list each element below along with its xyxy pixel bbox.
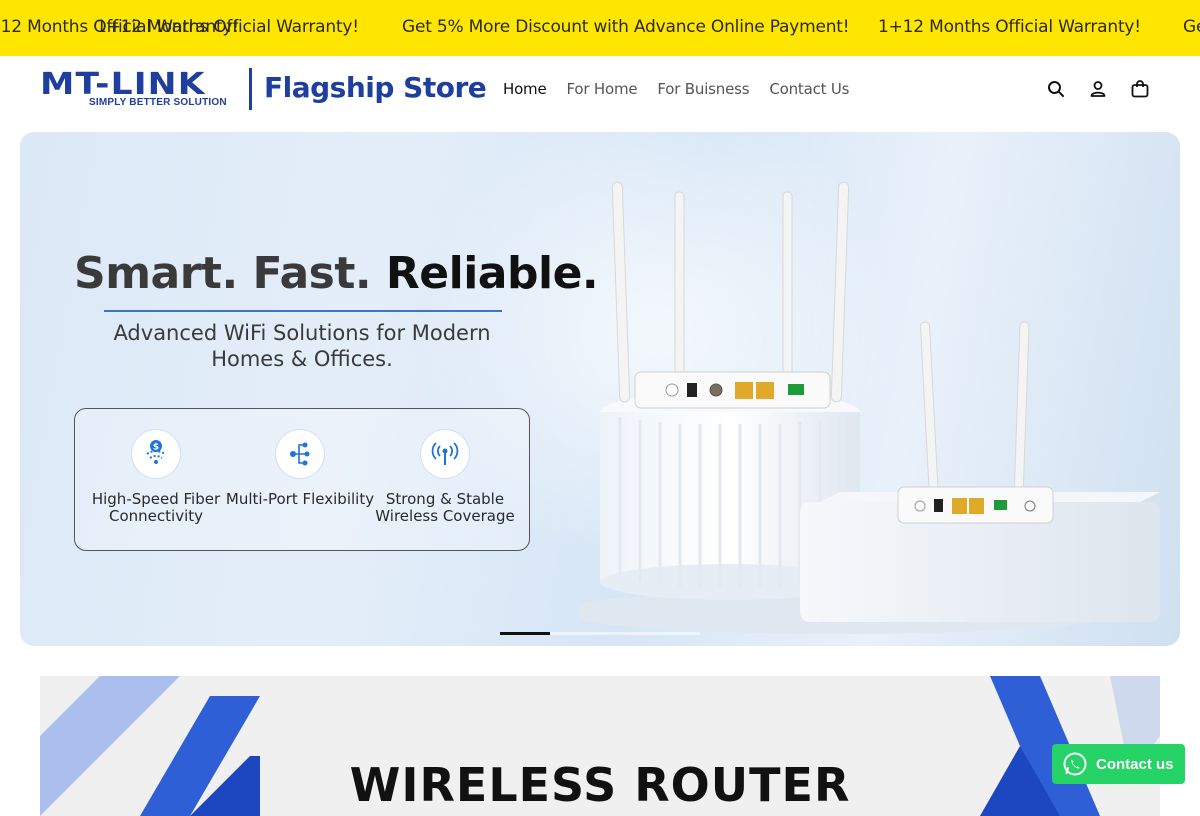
feature-label: High-Speed Fiber Connectivity [91, 490, 221, 525]
site-header: MT-LINK SIMPLY BETTER SOLUTION Flagship … [0, 56, 1200, 132]
slideshow-progress-active [500, 632, 550, 635]
feature-label: Strong & Stable Wireless Coverage [375, 490, 515, 525]
nav-for-business[interactable]: For Buisness [657, 80, 749, 98]
hero-title: Smart. Fast. Reliable. [74, 248, 599, 299]
router-product-image [580, 181, 1160, 634]
multi-port-icon [275, 429, 325, 479]
account-icon[interactable] [1088, 79, 1108, 99]
hero-title-underline [104, 310, 502, 312]
hero-feature-box: $ High-Speed Fiber Connectivity Multi-Po… [74, 408, 530, 551]
fiber-icon: $ [131, 429, 181, 479]
announcement-bar: 1+12 Months Official Warranty! 1+12 Mont… [0, 0, 1200, 56]
logo-divider [249, 68, 252, 110]
announcement-item: 1+12 Months Official Warranty! [878, 17, 1141, 37]
antenna-icon [420, 429, 470, 479]
store-logo[interactable]: MT-LINK SIMPLY BETTER SOLUTION Flagship … [40, 68, 500, 116]
nav-contact-us[interactable]: Contact Us [769, 80, 849, 98]
contact-us-button[interactable]: Contact us [1052, 744, 1185, 784]
category-banner[interactable]: WIRELESS ROUTER [40, 676, 1160, 816]
logo-tagline: SIMPLY BETTER SOLUTION [89, 97, 227, 108]
announcement-item: Get 5% More Discount with Advance Online… [1183, 17, 1200, 37]
hero-slideshow[interactable]: Smart. Fast. Reliable. Advanced WiFi Sol… [20, 132, 1180, 646]
banner-title: WIRELESS ROUTER [349, 758, 851, 812]
feature-item: $ High-Speed Fiber Connectivity [81, 429, 231, 525]
feature-item: Multi-Port Flexibility [225, 429, 375, 508]
announcement-item: Get 5% More Discount with Advance Online… [402, 17, 850, 37]
main-nav: Home For Home For Buisness Contact Us [503, 80, 849, 98]
contact-us-label: Contact us [1096, 755, 1174, 773]
nav-home[interactable]: Home [503, 80, 547, 98]
store-name: Flagship Store [264, 71, 487, 104]
feature-item: Strong & Stable Wireless Coverage [370, 429, 520, 525]
cart-icon[interactable] [1130, 79, 1150, 99]
whatsapp-icon [1063, 752, 1087, 776]
hero-subtitle: Advanced WiFi Solutions for Modern Homes… [113, 321, 491, 371]
slideshow-progress[interactable] [500, 632, 700, 635]
search-icon[interactable] [1046, 79, 1066, 99]
header-icons [1046, 79, 1150, 99]
feature-label: Multi-Port Flexibility [225, 490, 375, 508]
announcement-item: 1+12 Months Official Warranty! [96, 17, 359, 37]
nav-for-home[interactable]: For Home [567, 80, 638, 98]
